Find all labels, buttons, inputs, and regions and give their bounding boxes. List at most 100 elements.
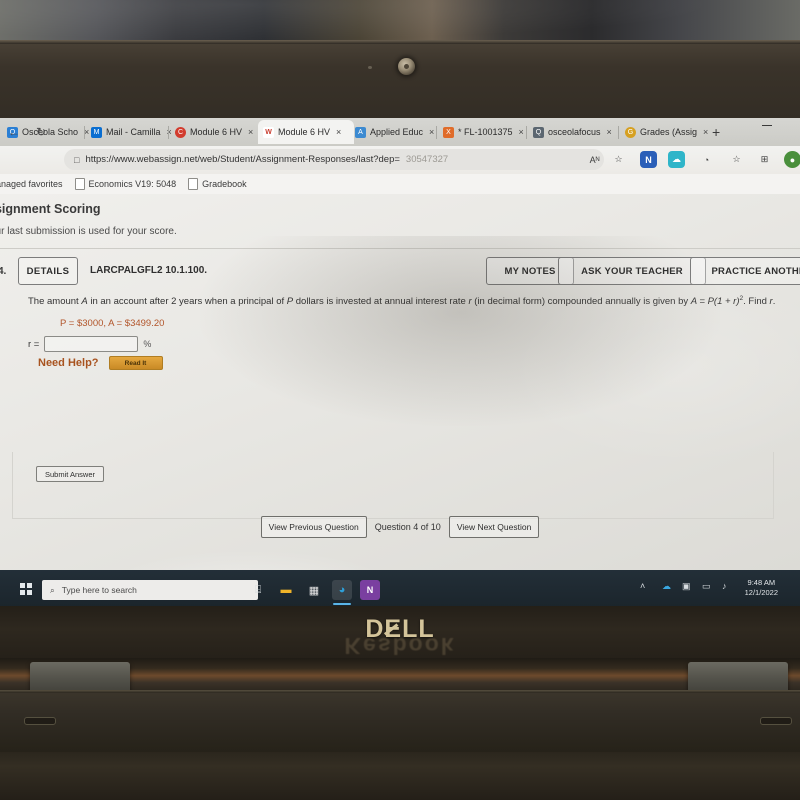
tab-favicon-7: G: [625, 126, 636, 138]
address-bar[interactable]: □ https://www.webassign.net/web/Student/…: [64, 149, 604, 170]
tab-favicon-4: A: [355, 126, 366, 138]
reload-button[interactable]: ↻: [36, 125, 46, 139]
tab-close-icon-7[interactable]: ×: [703, 127, 708, 137]
bookmark-gradebook[interactable]: Gradebook: [188, 178, 247, 190]
qs-part-b: in an account after 2 years when a princ…: [87, 296, 287, 308]
qs-formula: A = P(1 + r): [690, 296, 740, 308]
qs-part-a: The amount: [28, 296, 82, 308]
bookmark-label-0: Economics V19: 5048: [88, 179, 177, 189]
ask-your-teacher-button[interactable]: ASK YOUR TEACHER: [558, 257, 706, 285]
lock-icon: □: [74, 154, 80, 165]
address-bar-url-dim: 30547327: [405, 154, 449, 165]
tab-label-4: Applied Educ: [370, 127, 424, 137]
tab-separator: [84, 126, 85, 139]
qs-part-e: . Find: [743, 296, 770, 308]
clock-time: 9:48 AM: [747, 578, 776, 587]
laptop-keyboard: F5 F6 F7 F8 F9 F10 F11 F12 Home End: [0, 752, 800, 800]
onenote-icon[interactable]: N: [640, 151, 657, 168]
dell-logo-e: E: [384, 615, 403, 643]
new-tab-button[interactable]: +: [712, 124, 720, 140]
tab-separator: [168, 126, 169, 139]
onedrive-tray-icon[interactable]: ☁: [662, 581, 671, 592]
tab-close-icon-3[interactable]: ×: [336, 127, 341, 137]
back-button[interactable]: ←: [8, 125, 20, 139]
tab-close-icon-5[interactable]: ×: [519, 127, 524, 137]
bookmarks-bar: anaged favorites Economics V19: 5048 Gra…: [0, 174, 800, 194]
read-it-button[interactable]: Read It: [108, 356, 163, 370]
windows-start-icon[interactable]: [20, 583, 32, 595]
search-icon: ⌕: [50, 584, 55, 595]
profile-avatar[interactable]: ●: [784, 151, 800, 168]
tab-favicon-1: M: [91, 126, 102, 138]
tray-show-hidden-icons[interactable]: ˄: [640, 581, 645, 591]
bookmark-economics[interactable]: Economics V19: 5048: [74, 178, 177, 190]
port-left: [24, 717, 56, 725]
taskbar-search-input[interactable]: ⌕ Type here to search: [42, 580, 258, 600]
tab-label-0: Osceola Scho: [22, 127, 79, 137]
add-favorite-icon[interactable]: ☆: [610, 151, 627, 168]
collections-icon[interactable]: ⊞: [756, 151, 773, 168]
webcam-lens: [404, 64, 409, 69]
webcam-led-icon: [368, 66, 372, 69]
network-icon[interactable]: ▣: [682, 581, 691, 592]
tab-favicon-3: W: [263, 126, 274, 138]
tab-close-icon-6[interactable]: ×: [607, 127, 612, 137]
tab-label-6: osceolafocus: [548, 127, 601, 137]
tab-favicon-2: C: [175, 126, 186, 138]
browser-tab-3-active[interactable]: W Module 6 HV ×: [258, 120, 354, 144]
window-minimize-button[interactable]: [762, 125, 772, 126]
given-values: P = $3000, A = $3499.20: [60, 318, 165, 329]
view-next-question-button[interactable]: View Next Question: [448, 516, 540, 538]
file-explorer-icon[interactable]: ▬: [276, 580, 296, 600]
tab-close-icon-4[interactable]: ×: [429, 127, 434, 137]
question-number: 4.: [0, 266, 7, 277]
tab-favicon-5: X: [443, 126, 454, 138]
managed-favorites-label: anaged favorites: [0, 179, 63, 189]
shopping-icon[interactable]: ◔: [698, 151, 715, 168]
answer-label: r =: [28, 338, 40, 350]
laptop-base: [0, 690, 800, 752]
tab-close-icon-2[interactable]: ×: [248, 127, 253, 137]
percent-unit-label: %: [143, 339, 152, 349]
tab-label-5: * FL-1001375: [458, 127, 513, 137]
onenote-taskbar-icon[interactable]: N: [360, 580, 380, 600]
port-right: [760, 717, 792, 725]
browser-tab-1[interactable]: M Mail - Camilla ×: [86, 120, 180, 144]
browser-tab-strip: O Osceola Scho × M Mail - Camilla × C Mo…: [0, 118, 800, 146]
microsoft-store-icon[interactable]: ▦: [304, 580, 324, 600]
volume-icon[interactable]: ♪: [722, 581, 727, 591]
address-bar-url: https://www.webassign.net/web/Student/As…: [85, 154, 400, 165]
tab-label-3: Module 6 HV: [278, 127, 331, 137]
browser-tab-6[interactable]: Q osceolafocus ×: [528, 120, 626, 144]
browser-tab-7[interactable]: G Grades (Assig ×: [620, 120, 718, 144]
view-previous-question-button[interactable]: View Previous Question: [260, 516, 367, 538]
need-help-label: Need Help?: [38, 357, 99, 369]
browser-tab-4[interactable]: A Applied Educ ×: [350, 120, 444, 144]
battery-icon[interactable]: ▭: [702, 581, 711, 592]
qs-part-d: (in decimal form) compounded annually is…: [471, 296, 691, 308]
question-statement: The amount A in an account after 2 years…: [28, 294, 778, 308]
page-icon: [188, 178, 199, 190]
onedrive-icon[interactable]: ☁: [668, 151, 685, 168]
laptop-base-edge: [0, 690, 800, 693]
answer-row: r = %: [28, 336, 151, 352]
tab-separator: [526, 126, 527, 139]
read-aloud-icon[interactable]: Aᴺ: [586, 151, 603, 168]
browser-tab-2[interactable]: C Module 6 HV ×: [170, 120, 264, 144]
details-button[interactable]: DETAILS: [18, 257, 78, 285]
scoring-subtext: our last submission is used for your sco…: [0, 226, 177, 237]
answer-input[interactable]: [44, 336, 139, 352]
taskbar-clock[interactable]: 9:48 AM 12/1/2022: [745, 578, 778, 598]
photograph-of-laptop-screen: O Osceola Scho × M Mail - Camilla × C Mo…: [0, 0, 800, 800]
submit-answer-button[interactable]: Submit Answer: [36, 466, 104, 482]
question-code: LARCPALGFL2 10.1.100.: [90, 265, 208, 276]
task-view-icon[interactable]: ⌸: [248, 580, 268, 600]
edge-icon[interactable]: ◕: [332, 580, 352, 605]
dell-logo-d: D: [365, 615, 385, 643]
dell-logo: DELL: [0, 615, 800, 644]
favorites-icon[interactable]: ☆: [728, 151, 745, 168]
tab-separator: [618, 126, 619, 139]
tab-label-2: Module 6 HV: [190, 127, 243, 137]
practice-another-button[interactable]: PRACTICE ANOTHER: [690, 257, 800, 285]
browser-tab-5[interactable]: X * FL-1001375 ×: [438, 120, 534, 144]
